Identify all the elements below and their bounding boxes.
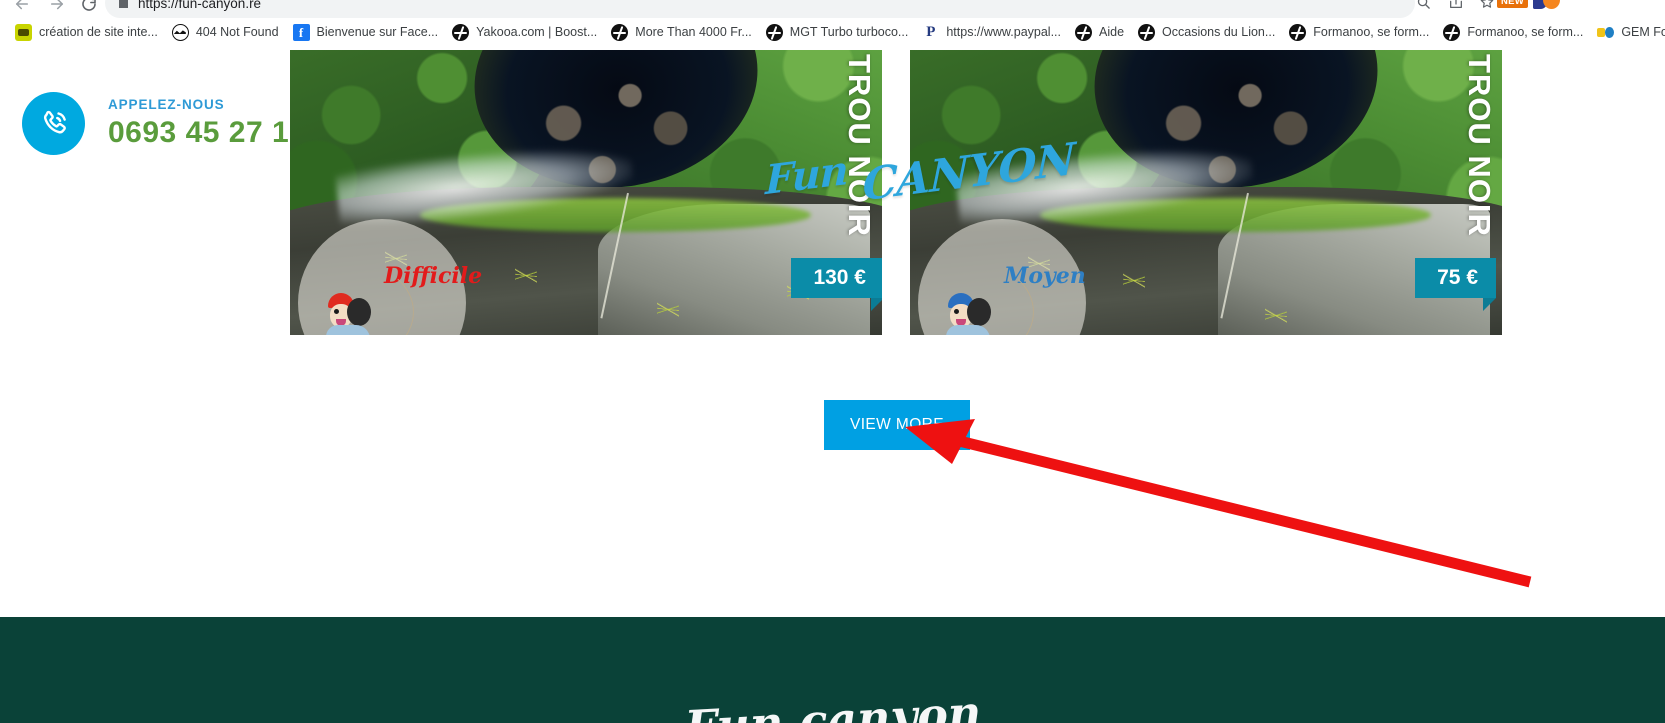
extension-glyph-right: [1543, 0, 1560, 9]
globe-favicon: [765, 24, 783, 41]
bookmark-label: Aide: [1099, 25, 1125, 39]
browser-toolbar: https://fun-canyon.re NEW: [0, 0, 1665, 18]
browser-chrome: https://fun-canyon.re NEW création de si…: [0, 0, 1665, 47]
bookmark-item[interactable]: 404 Not Found: [165, 21, 286, 45]
bookmark-item[interactable]: f Bienvenue sur Face...: [286, 21, 446, 45]
bookmark-item[interactable]: Formanoo, se form...: [1436, 21, 1590, 45]
globe-favicon: [1289, 24, 1307, 41]
forward-arrow-icon[interactable]: [43, 0, 71, 18]
address-bar-url: https://fun-canyon.re: [138, 0, 262, 11]
bookmark-label: Yakooa.com | Boost...: [476, 25, 598, 39]
bookmark-label: création de site inte...: [39, 25, 158, 39]
bookmark-label: More Than 4000 Fr...: [635, 25, 752, 39]
reload-icon[interactable]: [75, 0, 103, 18]
price-badge-2: 75 €: [1415, 258, 1496, 311]
bookmark-item[interactable]: MGT Turbo turboco...: [759, 21, 916, 45]
bookmark-label: Formanoo, se form...: [1467, 25, 1584, 39]
view-more-button[interactable]: VIEW MORE: [824, 400, 970, 450]
gem-favicon: [1597, 24, 1615, 41]
page-content: APPELEZ-NOUS 0693 45 27 19 TROU NOIR Dif…: [0, 47, 1665, 723]
bookmark-label: 404 Not Found: [195, 25, 279, 39]
bookmark-label: MGT Turbo turboco...: [789, 25, 909, 39]
broken-globe-favicon: [171, 24, 189, 41]
mascot-illustration-2: [940, 263, 1034, 335]
back-arrow-icon[interactable]: [8, 0, 36, 18]
facebook-favicon: f: [292, 24, 310, 41]
share-icon[interactable]: [1443, 0, 1469, 15]
chat-favicon: [15, 24, 32, 41]
paypal-favicon: P: [922, 24, 940, 41]
bookmark-item[interactable]: More Than 4000 Fr...: [604, 21, 759, 45]
bookmark-item[interactable]: GEM Formation -: [1590, 21, 1665, 45]
price-badge-1: 130 €: [791, 258, 882, 311]
bookmark-item[interactable]: Yakooa.com | Boost...: [445, 21, 604, 45]
globe-favicon: [1443, 24, 1461, 41]
site-footer: Fun canyon: [0, 617, 1665, 723]
bookmark-item[interactable]: création de site inte...: [8, 21, 165, 45]
globe-favicon: [611, 24, 629, 41]
globe-favicon: [1138, 24, 1156, 41]
new-badge-label: NEW: [1497, 0, 1529, 8]
footer-logo: Fun canyon: [682, 685, 983, 723]
phone-number[interactable]: 0693 45 27 19: [108, 116, 306, 150]
bookmarks-bar: création de site inte... 404 Not Found f Bi…: [0, 18, 1665, 47]
call-us-label: APPELEZ-NOUS: [108, 97, 225, 112]
bookmark-label: Occasions du Lion...: [1162, 25, 1276, 39]
site-info-icon[interactable]: [119, 0, 128, 8]
bookmark-label: Bienvenue sur Face...: [316, 25, 439, 39]
bookmark-item[interactable]: Aide: [1068, 21, 1131, 45]
bookmark-item[interactable]: Phttps://www.paypal...: [915, 21, 1068, 45]
call-us-block: APPELEZ-NOUS 0693 45 27 19: [22, 92, 306, 155]
bookmark-label: GEM Formation -: [1621, 25, 1665, 39]
globe-favicon: [1075, 24, 1092, 41]
extension-badge-new[interactable]: NEW: [1497, 0, 1529, 15]
mascot-illustration-1: [320, 263, 414, 335]
search-icon[interactable]: [1410, 0, 1436, 15]
extension-icon-secondary[interactable]: [1533, 0, 1560, 16]
bookmark-label: https://www.paypal...: [946, 25, 1061, 39]
globe-favicon: [452, 24, 470, 41]
bookmark-item[interactable]: Formanoo, se form...: [1282, 21, 1436, 45]
address-bar[interactable]: https://fun-canyon.re: [105, 0, 1415, 18]
bookmark-item[interactable]: Occasions du Lion...: [1131, 21, 1282, 45]
phone-icon[interactable]: [22, 92, 85, 155]
bookmark-label: Formanoo, se form...: [1313, 25, 1430, 39]
